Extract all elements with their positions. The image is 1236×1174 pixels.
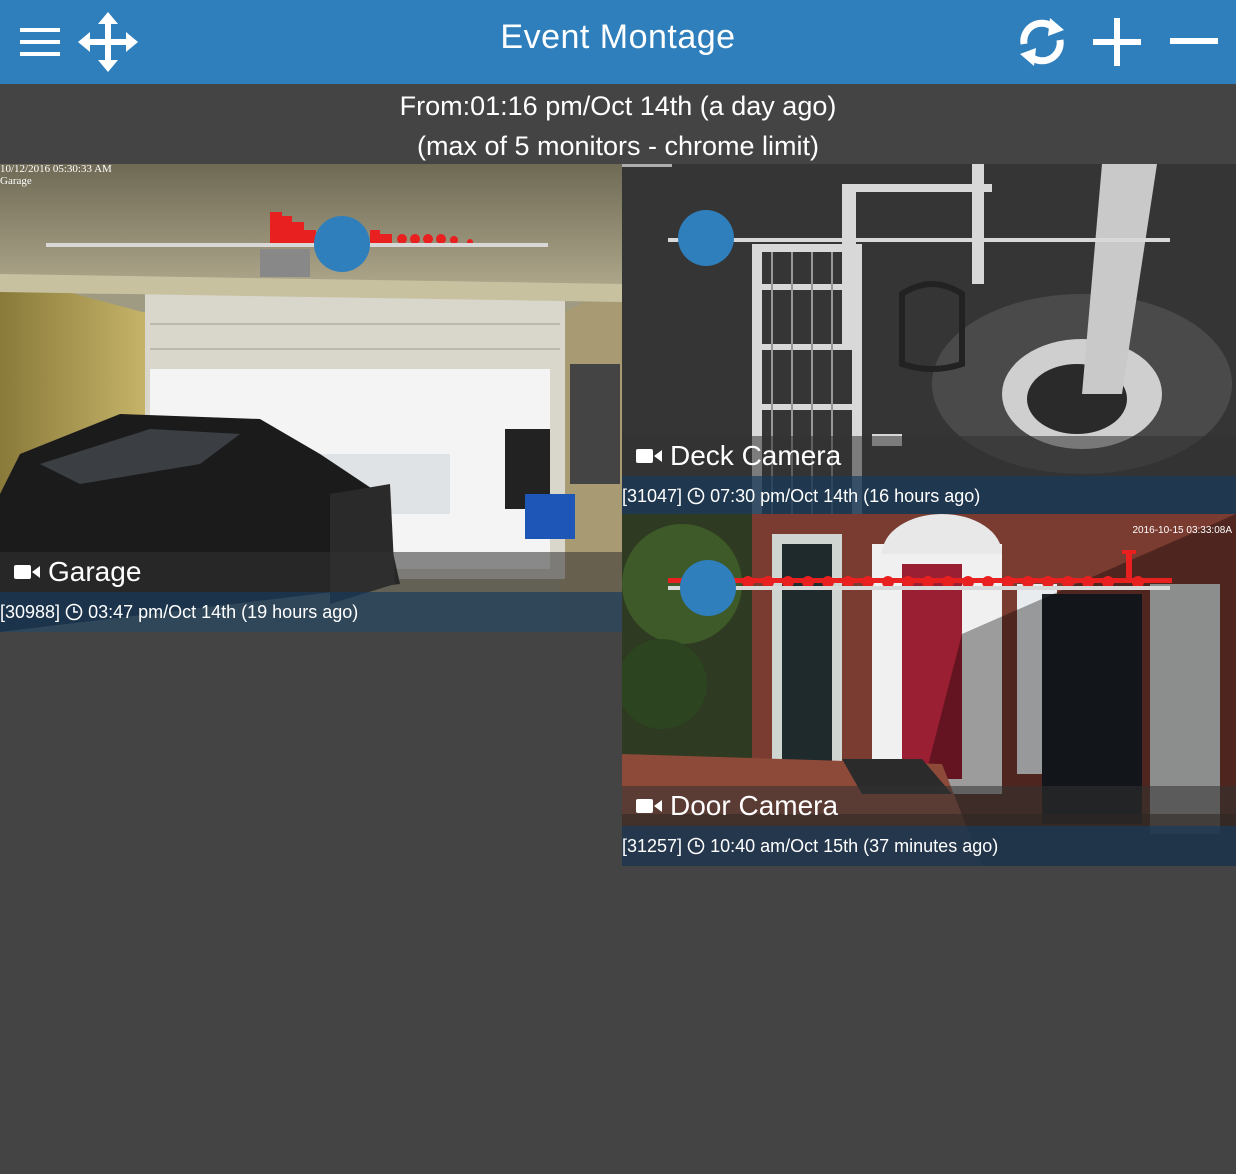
zoom-out-icon[interactable] [1162,10,1226,74]
garage-overlay-stamp: 10/12/2016 05:30:33 AM [0,164,112,175]
monitor-tile-door-camera[interactable]: 2016-10-15 03:33:08A Door Camera [31257]… [622,514,1236,866]
monitor-name: Deck Camera [670,440,842,471]
event-id: [31047] [622,485,683,506]
clock-icon [687,487,705,505]
clock-icon [687,837,705,855]
garage-event-marks [270,212,473,246]
door-camera-overlay-stamp: 2016-10-15 03:33:08A [1132,525,1232,536]
garage-timeline-track[interactable] [46,243,548,247]
video-camera-icon [636,797,662,815]
refresh-icon[interactable] [1010,10,1074,74]
garage-event-meta: [30988] 03:47 pm/Oct 14th (19 hours ago) [0,592,622,632]
app-header: Event Montage [0,0,1236,84]
event-id: [30988] [0,601,61,622]
event-id: [31257] [622,835,683,856]
video-camera-icon [14,563,40,581]
monitor-tile-deck-camera[interactable]: Deck Camera [31047] 07:30 pm/Oct 14th (1… [622,164,1236,514]
clock-icon [65,603,83,621]
monitor-limit-label: (max of 5 monitors - chrome limit) [416,131,820,161]
garage-overlay-label: Garage [0,175,32,187]
door-camera-event-meta: [31257] 10:40 am/Oct 15th (37 minutes ag… [622,826,1236,866]
event-time: 03:47 pm/Oct 14th (19 hours ago) [88,601,359,622]
door-camera-timeline-knob[interactable] [680,560,736,616]
zoom-in-icon[interactable] [1085,10,1149,74]
monitor-name: Door Camera [670,790,839,821]
event-time: 07:30 pm/Oct 14th (16 hours ago) [710,485,981,506]
monitor-name: Garage [48,556,142,587]
garage-timeline-knob[interactable] [314,216,370,272]
garage-name-bar: Garage [0,552,622,592]
deck-camera-name-bar: Deck Camera [622,436,1236,476]
door-camera-name-bar: Door Camera [622,786,1236,826]
deck-camera-overlay-stamp-mark [622,164,672,167]
from-time-label: From:01:16 pm/Oct 14th (a day ago) [399,91,837,121]
door-camera-timeline-track[interactable] [668,586,1170,590]
deck-camera-timeline-knob[interactable] [678,210,734,266]
deck-camera-timeline-track[interactable] [668,238,1170,242]
event-time: 10:40 am/Oct 15th (37 minutes ago) [710,835,999,856]
monitor-tile-garage[interactable]: 10/12/2016 05:30:33 AM Garage Garage [30… [0,164,622,632]
video-camera-icon [636,447,662,465]
montage-info: From:01:16 pm/Oct 14th (a day ago) (max … [0,84,1236,166]
deck-camera-event-meta: [31047] 07:30 pm/Oct 14th (16 hours ago) [622,476,1236,514]
